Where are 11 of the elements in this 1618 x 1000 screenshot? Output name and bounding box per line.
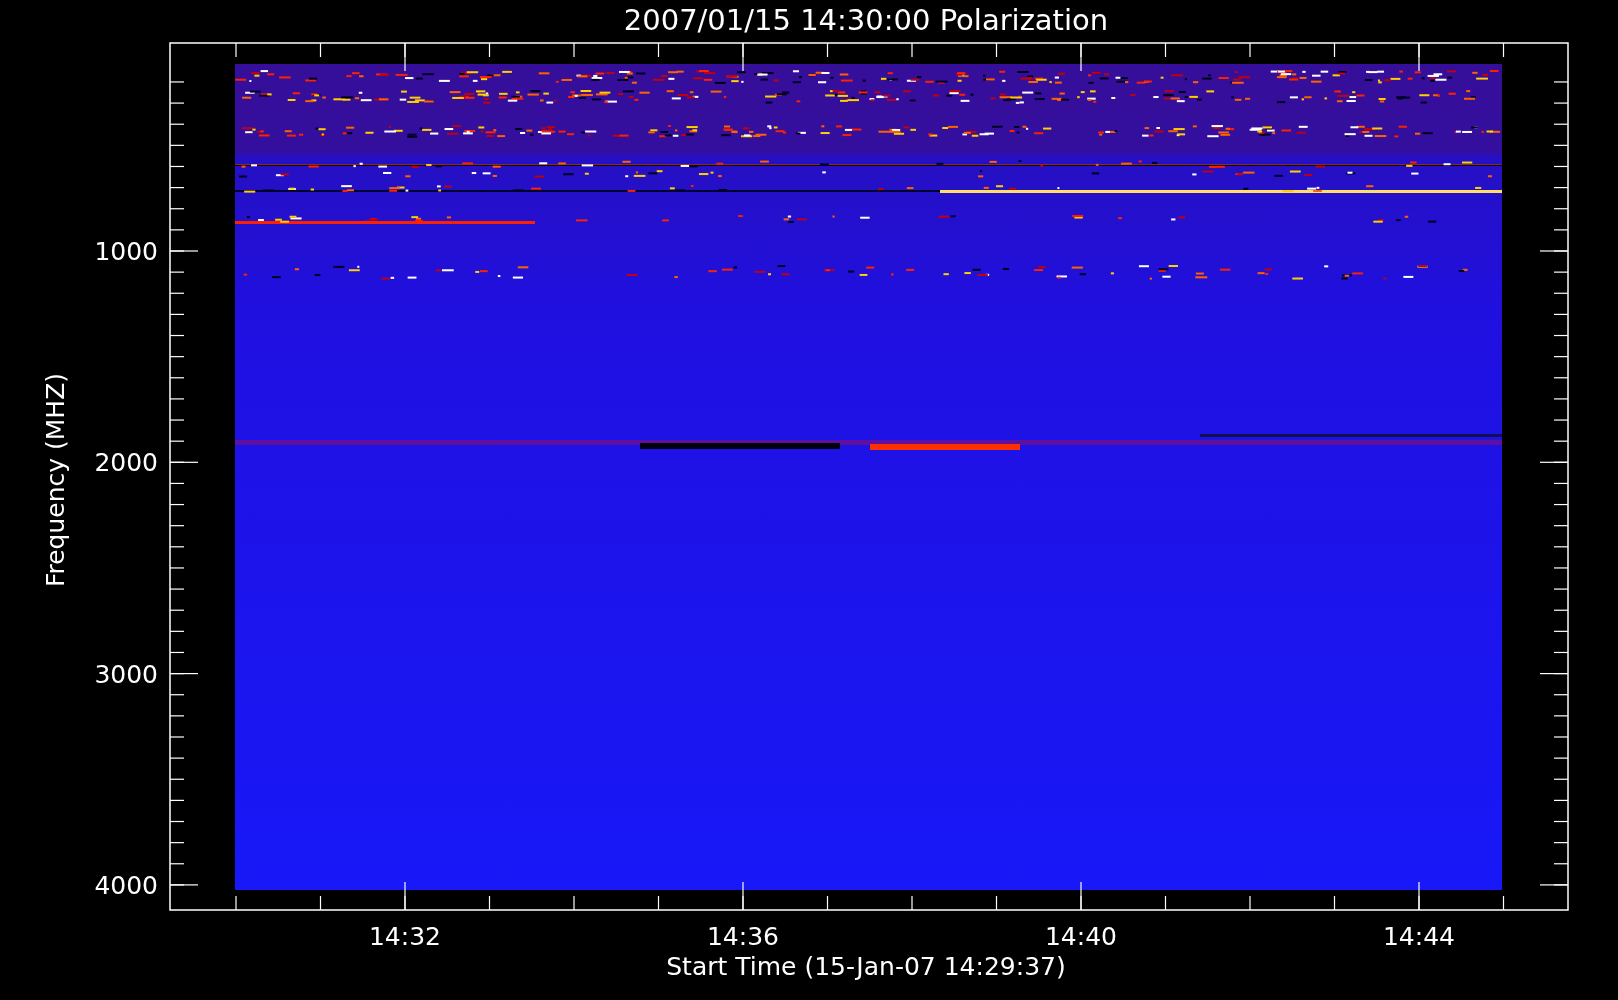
x-tick-label: 14:44 [1383, 922, 1455, 951]
x-tick-label: 14:40 [1045, 922, 1117, 951]
x-axis-label: Start Time (15-Jan-07 14:29:37) [666, 952, 1066, 981]
x-tick-label: 14:32 [369, 922, 441, 951]
y-tick-label: 3000 [94, 659, 158, 689]
y-tick-label: 4000 [94, 870, 158, 900]
y-axis-label: Frequency (MHZ) [41, 372, 70, 588]
y-tick-label: 1000 [94, 237, 158, 266]
y-tick-label: 2000 [94, 448, 158, 478]
x-tick-label: 14:36 [707, 922, 779, 951]
chart-title: 2007/01/15 14:30:00 Polarization [623, 3, 1109, 37]
